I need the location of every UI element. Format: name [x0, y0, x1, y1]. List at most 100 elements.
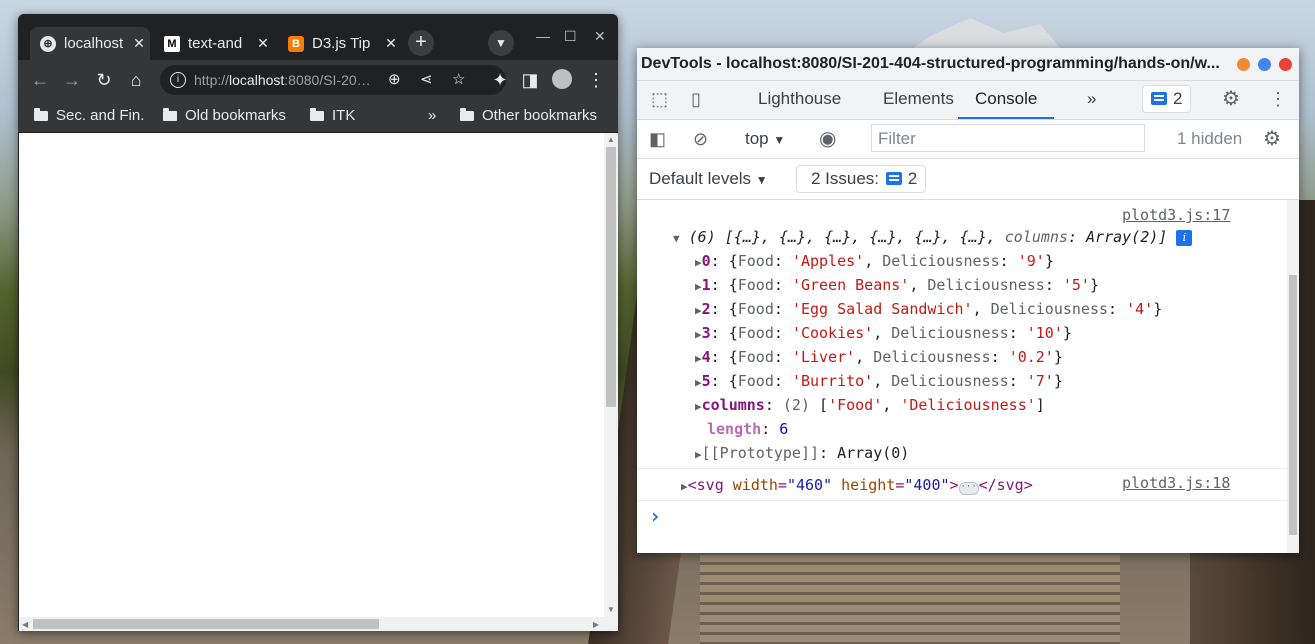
close-window-icon[interactable]: ✕	[594, 28, 606, 45]
folder-icon	[310, 108, 324, 121]
clear-console-icon[interactable]: ⊘	[693, 120, 708, 158]
message-divider	[637, 468, 1287, 469]
new-tab-button[interactable]: +	[408, 30, 434, 56]
close-tab-icon[interactable]: ✕	[252, 35, 274, 52]
avatar[interactable]	[550, 68, 574, 92]
device-toolbar-icon[interactable]: ▯	[691, 81, 701, 117]
issues-badge[interactable]: 2	[1142, 85, 1192, 113]
more-tabs-icon[interactable]: »	[1087, 81, 1096, 117]
maximize-icon[interactable]	[1258, 58, 1271, 71]
expand-right-icon[interactable]: ▶	[695, 304, 702, 317]
minimize-icon[interactable]	[1237, 58, 1250, 71]
scroll-right-icon[interactable]: ▶	[593, 620, 599, 629]
issues-button[interactable]: 2 Issues: 2	[796, 165, 927, 193]
scroll-thumb[interactable]	[33, 619, 379, 629]
console-scrollbar[interactable]	[1287, 200, 1299, 553]
bookmark-folder[interactable]: ITK	[310, 100, 355, 132]
message-divider	[637, 500, 1287, 501]
bookmark-folder[interactable]: Sec. and Fin.	[34, 100, 144, 132]
tab-search-icon[interactable]: ▼	[488, 30, 514, 56]
bookmark-folder[interactable]: Old bookmarks	[163, 100, 286, 132]
array-summary[interactable]: ▼ (6) [{…}, {…}, {…}, {…}, {…}, {…}, col…	[673, 228, 1193, 246]
tab-console[interactable]: Console	[958, 81, 1055, 119]
tab-strip: ⊕ localhost ✕ M text-and ✕ B D3.js Tip ✕…	[18, 14, 618, 60]
site-info-icon[interactable]: i	[170, 72, 186, 88]
menu-kebab-icon[interactable]: ⋮	[1269, 81, 1287, 117]
share-icon[interactable]: ⋖	[420, 65, 433, 95]
menu-kebab-icon[interactable]: ⋮	[584, 68, 608, 92]
source-link[interactable]: plotd3.js:18	[1122, 474, 1230, 492]
expand-right-icon[interactable]: ▶	[695, 376, 702, 389]
inspect-element-icon[interactable]: ⬚	[651, 81, 668, 117]
tab-lighthouse[interactable]: Lighthouse	[758, 81, 841, 117]
source-link[interactable]: plotd3.js:17	[1122, 206, 1230, 224]
columns-entry[interactable]: ▶columns: (2) ['Food', 'Deliciousness']	[695, 396, 1045, 414]
expand-right-icon[interactable]: ▶	[695, 256, 702, 269]
collapsed-ellipsis-icon[interactable]: ···	[958, 482, 979, 495]
scroll-thumb[interactable]	[1289, 275, 1297, 535]
filter-input[interactable]: Filter	[871, 124, 1145, 152]
array-entry[interactable]: ▶2: {Food: 'Egg Salad Sandwich', Delicio…	[695, 300, 1162, 318]
console-toolbar: ◧ ⊘ top ▼ ◉ Filter 1 hidden ⚙	[637, 120, 1299, 159]
tab-elements[interactable]: Elements	[883, 81, 954, 117]
vertical-scrollbar[interactable]: ▲ ▼	[604, 133, 618, 617]
page-content	[19, 133, 604, 617]
live-expression-eye-icon[interactable]: ◉	[819, 120, 836, 158]
close-tab-icon[interactable]: ✕	[380, 35, 402, 52]
tab-label: text-and	[188, 35, 243, 52]
expand-right-icon[interactable]: ▶	[695, 280, 702, 293]
devtools-tabs: ⬚ ▯ Lighthouse Elements Console » 2 ⚙ ⋮	[637, 81, 1299, 120]
maximize-icon[interactable]: ☐	[564, 28, 577, 45]
expand-right-icon[interactable]: ▶	[695, 352, 702, 365]
close-tab-icon[interactable]: ✕	[128, 35, 150, 52]
devtools-titlebar: DevTools - localhost:8080/SI-201-404-str…	[637, 48, 1299, 81]
scroll-thumb[interactable]	[606, 147, 616, 407]
devtools-title: DevTools - localhost:8080/SI-201-404-str…	[641, 55, 1220, 72]
home-icon[interactable]: ⌂	[124, 68, 148, 92]
close-window-icon[interactable]	[1279, 58, 1292, 71]
forward-icon[interactable]: →	[60, 68, 84, 92]
zoom-icon[interactable]: ⊕	[388, 65, 401, 95]
tab-d3js-tips[interactable]: B D3.js Tip ✕	[278, 27, 402, 60]
prototype-entry[interactable]: ▶[[Prototype]]: Array(0)	[695, 444, 909, 462]
reload-icon[interactable]: ↻	[92, 68, 116, 92]
expand-right-icon[interactable]: ▶	[695, 448, 702, 461]
array-entry[interactable]: ▶3: {Food: 'Cookies', Deliciousness: '10…	[695, 324, 1072, 342]
log-levels-dropdown[interactable]: Default levels ▼	[649, 159, 768, 200]
array-entry[interactable]: ▶4: {Food: 'Liver', Deliciousness: '0.2'…	[695, 348, 1063, 366]
scroll-left-icon[interactable]: ◀	[22, 620, 28, 629]
array-entry[interactable]: ▶0: {Food: 'Apples', Deliciousness: '9'}	[695, 252, 1054, 270]
expand-down-icon[interactable]: ▼	[673, 232, 680, 245]
sidebar-toggle-icon[interactable]: ◧	[649, 120, 666, 158]
address-bar[interactable]: i http://localhost:8080/SI-20… ⊕ ⋖ ☆	[160, 65, 506, 95]
array-entry[interactable]: ▶1: {Food: 'Green Beans', Deliciousness:…	[695, 276, 1099, 294]
back-icon[interactable]: ←	[28, 68, 52, 92]
tab-text-and[interactable]: M text-and ✕	[154, 27, 274, 60]
other-bookmarks[interactable]: Other bookmarks	[460, 100, 597, 132]
array-entry[interactable]: ▶5: {Food: 'Burrito', Deliciousness: '7'…	[695, 372, 1063, 390]
scroll-down-icon[interactable]: ▼	[607, 605, 615, 614]
horizontal-scrollbar[interactable]: ◀ ▶	[19, 617, 618, 631]
info-icon[interactable]: i	[1176, 230, 1193, 246]
side-panel-icon[interactable]: ◨	[518, 68, 542, 92]
scroll-up-icon[interactable]: ▲	[607, 135, 615, 144]
expand-right-icon[interactable]: ▶	[681, 480, 688, 493]
svg-element-log[interactable]: ▶<svg width="460" height="400"> ··· </svg>	[681, 476, 1033, 495]
expand-right-icon[interactable]: ▶	[695, 400, 702, 413]
context-selector[interactable]: top ▼	[745, 120, 785, 159]
levels-toolbar: Default levels ▼ 2 Issues: 2	[637, 159, 1299, 200]
bookmark-star-icon[interactable]: ☆	[452, 65, 465, 95]
minimize-icon[interactable]: —	[536, 28, 550, 44]
message-icon	[1151, 92, 1167, 105]
console-prompt-icon[interactable]: ›	[649, 504, 661, 528]
console-settings-gear-icon[interactable]: ⚙	[1263, 120, 1281, 158]
settings-gear-icon[interactable]: ⚙	[1222, 81, 1240, 117]
dropdown-arrow-icon: ▼	[773, 133, 786, 147]
extensions-icon[interactable]: ✦	[488, 68, 512, 92]
console-output: plotd3.js:17 ▼ (6) [{…}, {…}, {…}, {…}, …	[637, 200, 1287, 553]
bookmarks-overflow-icon[interactable]: »	[428, 100, 436, 132]
tab-localhost[interactable]: ⊕ localhost ✕	[30, 27, 150, 60]
globe-icon: ⊕	[40, 35, 56, 52]
expand-right-icon[interactable]: ▶	[695, 328, 702, 341]
bridge-deck	[700, 555, 1120, 644]
